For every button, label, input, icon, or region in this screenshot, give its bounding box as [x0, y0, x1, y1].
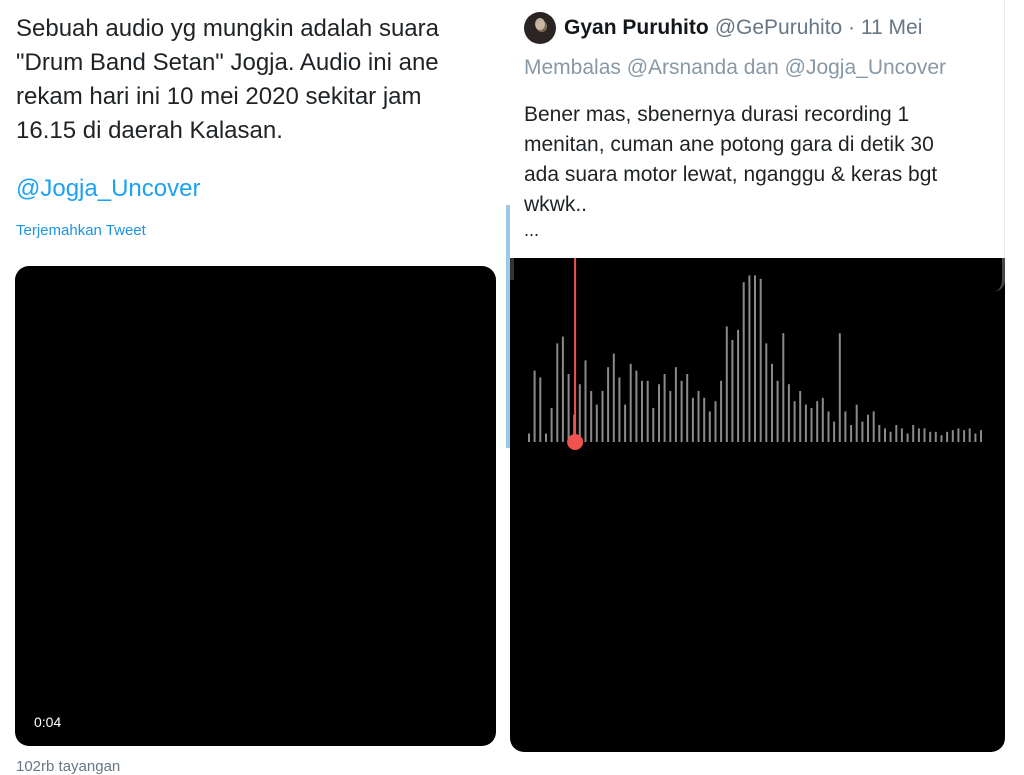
- waveform-bar: [963, 430, 966, 442]
- waveform-bar: [799, 391, 802, 442]
- reply-tweet: Gyan Puruhito @GePuruhito · 11 Mei Memba…: [510, 0, 1006, 768]
- waveform-bar: [771, 363, 773, 442]
- waveform-bar: [731, 340, 734, 442]
- waveform-bar: [782, 333, 785, 442]
- waveform-bar: [827, 411, 830, 442]
- waveform-bar: [850, 425, 853, 442]
- waveform-bar: [691, 397, 694, 442]
- waveform-bar: [946, 431, 949, 442]
- waveform-bar: [917, 428, 920, 442]
- waveform-bar: [748, 275, 751, 442]
- display-name[interactable]: Gyan Puruhito: [564, 16, 709, 40]
- tweet-text: Sebuah audio yg mungkin adalah suara "Dr…: [16, 15, 439, 144]
- more-ellipsis[interactable]: ...: [524, 220, 539, 241]
- waveform-bar: [669, 391, 672, 442]
- waveform-bar: [641, 380, 643, 442]
- waveform-bar: [934, 431, 937, 442]
- waveform-graphic: [528, 258, 982, 450]
- waveform-bar: [680, 380, 683, 442]
- waveform-bar: [539, 377, 542, 442]
- waveform-bar: [844, 411, 847, 442]
- waveform-bar: [703, 397, 706, 442]
- waveform-bar: [759, 278, 762, 442]
- waveform-bar: [567, 374, 570, 442]
- waveform-bar: [895, 425, 898, 442]
- waveform-bar: [618, 377, 621, 442]
- waveform-bar: [607, 367, 610, 442]
- waveform-bar: [714, 401, 717, 442]
- waveform-bar: [584, 360, 587, 442]
- waveform-bar: [787, 384, 790, 442]
- waveform-bar: [754, 275, 756, 442]
- waveform-bar: [550, 408, 553, 442]
- waveform-bar: [889, 431, 892, 442]
- waveform-bar: [686, 374, 689, 442]
- waveform-bar: [545, 433, 547, 442]
- waveform-bar: [737, 329, 740, 442]
- waveform-bar: [595, 404, 598, 442]
- waveform-bar: [793, 401, 796, 442]
- view-count: 102rb tayangan: [16, 758, 121, 775]
- waveform-bar: [912, 425, 915, 442]
- waveform-bar: [612, 353, 615, 442]
- waveform-bar: [556, 343, 559, 442]
- playhead-handle[interactable]: [567, 434, 584, 450]
- handle-and-date[interactable]: @GePuruhito · 11 Mei: [715, 16, 923, 40]
- waveform-bar: [838, 333, 841, 442]
- waveform-bar: [725, 326, 728, 442]
- waveform-bar: [900, 428, 903, 442]
- waveform-bar: [629, 363, 632, 442]
- mention-link[interactable]: @Jogja_Uncover: [16, 172, 200, 206]
- video-player[interactable]: 0:04: [15, 266, 496, 746]
- waveform-bar: [855, 404, 858, 442]
- original-tweet: Sebuah audio yg mungkin adalah suara "Dr…: [0, 0, 505, 775]
- waveform-bar: [624, 404, 627, 442]
- waveform-bar: [872, 411, 875, 442]
- waveform-bar: [561, 336, 564, 442]
- audio-waveform-player[interactable]: [510, 258, 1005, 752]
- waveform-bar: [674, 367, 677, 442]
- translate-tweet-link[interactable]: Terjemahkan Tweet: [16, 222, 146, 239]
- waveform-bar: [663, 374, 666, 442]
- waveform-bar: [878, 425, 881, 442]
- reply-header: Gyan Puruhito @GePuruhito · 11 Mei: [524, 12, 922, 44]
- waveform-bar: [867, 414, 869, 442]
- waveform-bar: [968, 428, 971, 442]
- waveform-bar: [601, 391, 604, 442]
- reply-text: Bener mas, sbenernya durasi recording 1 …: [524, 103, 938, 216]
- video-duration: 0:04: [34, 714, 62, 730]
- waveform-bar: [646, 380, 649, 442]
- waveform-bar: [742, 282, 745, 442]
- waveform-bar: [906, 433, 909, 442]
- waveform-bar: [776, 380, 779, 442]
- waveform-bar: [980, 430, 982, 442]
- waveform-bar: [658, 384, 660, 442]
- waveform-bar: [804, 404, 807, 442]
- waveform-bar: [533, 370, 536, 442]
- waveform-bar: [578, 384, 581, 442]
- playhead-line: [574, 258, 577, 442]
- waveform-bar: [923, 428, 926, 442]
- waveform-bar: [590, 391, 593, 442]
- avatar[interactable]: [524, 12, 556, 44]
- waveform-bar: [821, 397, 824, 442]
- waveform-bar: [528, 433, 530, 442]
- waveform-bar: [929, 431, 932, 442]
- waveform-bar: [957, 428, 960, 442]
- replying-to: Membalas @Arsnanda dan @Jogja_Uncover: [524, 56, 947, 79]
- waveform-bar: [652, 408, 655, 442]
- waveform-bar: [940, 435, 943, 442]
- waveform-bar: [765, 343, 768, 442]
- waveform-bar: [697, 391, 700, 442]
- waveform-bar: [951, 430, 954, 442]
- waveform-bar: [974, 433, 977, 442]
- waveform-bar: [816, 401, 819, 442]
- waveform-bar: [635, 370, 638, 442]
- waveform-bar: [861, 421, 864, 442]
- waveform-bar: [810, 408, 813, 442]
- waveform-bar: [708, 411, 711, 442]
- waveform-bar: [884, 428, 886, 442]
- waveform-bar: [720, 380, 723, 442]
- waveform-bar: [833, 421, 836, 442]
